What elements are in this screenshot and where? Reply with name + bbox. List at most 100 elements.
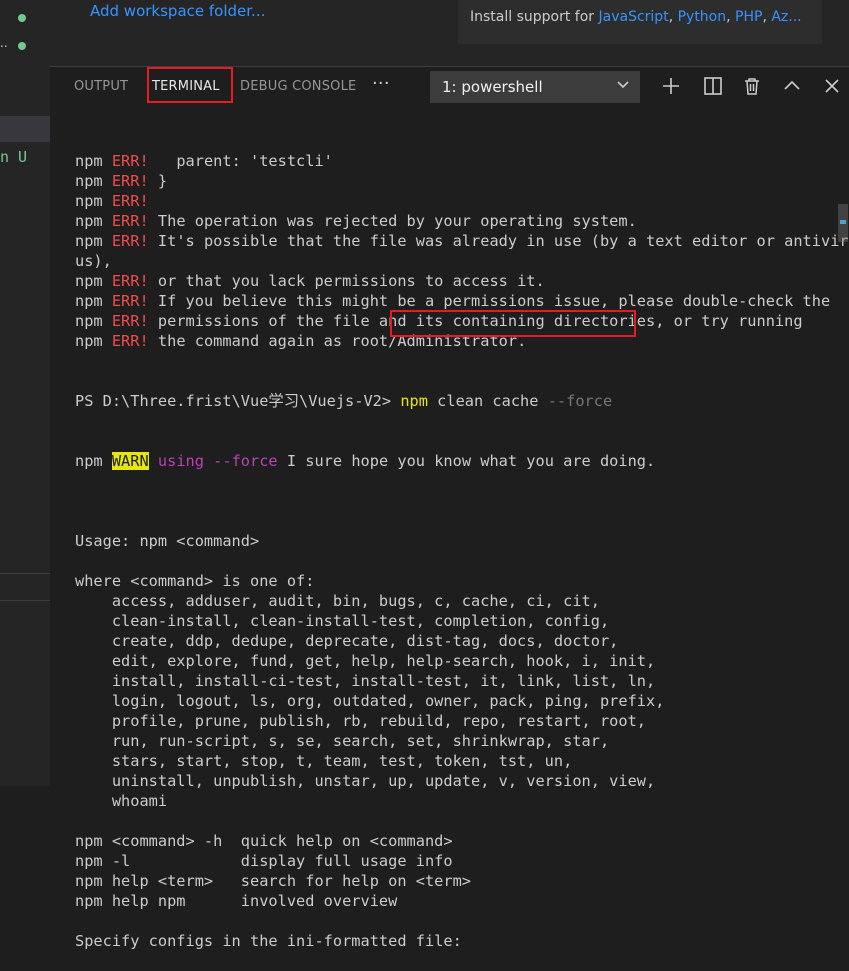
- terminal-line: whoami: [75, 792, 168, 810]
- terminal-line: edit, explore, fund, get, help, help-sea…: [75, 652, 656, 670]
- line-text: }: [148, 172, 168, 190]
- terminal-line: npm ERR! If you believe this might be a …: [75, 291, 849, 311]
- command-highlight-box: [390, 310, 636, 337]
- link-azure[interactable]: Az...: [771, 9, 801, 25]
- install-support-text: Install support for JavaScript, Python, …: [470, 9, 802, 25]
- npm-prefix: npm: [75, 172, 112, 190]
- command-args: clean cache: [427, 392, 548, 410]
- terminal-tab-highlight-box: [147, 67, 233, 103]
- editor-welcome-area: Add workspace folder... Install support …: [50, 0, 849, 66]
- terminal-line: clean-install, clean-install-test, compl…: [75, 612, 610, 630]
- terminal-line: npm help npm involved overview: [75, 892, 398, 910]
- terminal-line: npm help <term> search for help on <term…: [75, 872, 472, 890]
- line-text: If you believe this might be a permissio…: [148, 292, 831, 310]
- err-label: ERR!: [111, 292, 149, 310]
- terminal-line: stars, start, stop, t, team, test, token…: [75, 752, 573, 770]
- install-support-card[interactable]: Install support for JavaScript, Python, …: [458, 0, 822, 44]
- npm-prefix: npm: [75, 232, 112, 250]
- terminal-output[interactable]: npm ERR! parent: 'testcli' npm ERR! } npm …: [75, 111, 849, 971]
- prompt-line: PS D:\Three.frist\Vue学习\Vuejs-V2> npm cl…: [75, 391, 849, 411]
- trash-icon[interactable]: [739, 73, 765, 99]
- terminal-line: login, logout, ls, org, outdated, owner,…: [75, 692, 665, 710]
- install-support-prefix: Install support for: [470, 9, 599, 25]
- terminal-line: install, install-ci-test, install-test, …: [75, 672, 656, 690]
- err-label: ERR!: [111, 152, 149, 170]
- chevron-down-icon: [616, 75, 630, 99]
- line-text: It's possible that the file was already …: [148, 232, 849, 250]
- panel-header: OUTPUT TERMINAL DEBUG CONSOLE ··· 1: pow…: [50, 66, 849, 109]
- terminal-line: access, adduser, audit, bin, bugs, c, ca…: [75, 592, 600, 610]
- err-label: ERR!: [111, 312, 149, 330]
- command-flag: --force: [547, 392, 613, 410]
- npm-prefix: npm: [75, 152, 112, 170]
- warn-badge: WARN: [111, 452, 149, 470]
- terminal-line: profile, prune, publish, rb, rebuild, re…: [75, 712, 646, 730]
- terminal-select-dropdown[interactable]: 1: powershell: [430, 71, 640, 103]
- npm-prefix: npm: [75, 212, 112, 230]
- line-text: us),: [75, 252, 112, 270]
- err-label: ERR!: [111, 332, 149, 350]
- explorer-sidebar-fragment: .. n U: [0, 0, 50, 786]
- warn-npm: npm: [75, 452, 112, 470]
- npm-prefix: npm: [75, 312, 112, 330]
- split-icon[interactable]: [700, 73, 726, 99]
- err-label: ERR!: [111, 212, 149, 230]
- tab-output[interactable]: OUTPUT: [74, 79, 128, 94]
- sidebar-section-header[interactable]: [0, 573, 50, 601]
- terminal-line: npm <command> -h quick help on <command>: [75, 832, 453, 850]
- more-actions-icon[interactable]: ···: [372, 73, 390, 94]
- terminal-line: npm ERR! It's possible that the file was…: [75, 231, 849, 251]
- terminal-line: npm ERR!: [75, 191, 849, 211]
- command-npm: npm: [400, 392, 428, 410]
- chevron-up-icon[interactable]: [779, 73, 805, 99]
- terminal-select-value: 1: powershell: [442, 78, 543, 96]
- terminal-line: Usage: npm <command>: [75, 532, 260, 550]
- link-php[interactable]: PHP: [735, 9, 762, 25]
- npm-usage-lines: Usage: npm <command> where <command> is o…: [75, 511, 849, 951]
- separator: ,: [726, 9, 736, 25]
- warn-line: npm WARN using --force I sure hope you k…: [75, 451, 849, 471]
- link-javascript[interactable]: JavaScript: [599, 9, 669, 25]
- line-text: The operation was rejected by your opera…: [148, 212, 637, 230]
- terminal-line: Specify configs in the ini-formatted fil…: [75, 932, 462, 950]
- terminal-line: us),: [75, 251, 849, 271]
- terminal-line: npm ERR! parent: 'testcli': [75, 151, 849, 171]
- line-text: or that you lack permissions to access i…: [148, 272, 545, 290]
- warn-message: I sure hope you know what you are doing.: [277, 452, 656, 470]
- npm-prefix: npm: [75, 192, 112, 210]
- terminal-line: npm -l display full usage info: [75, 852, 453, 870]
- line-text: parent: 'testcli': [148, 152, 333, 170]
- sidebar-file-status: n U: [0, 148, 28, 166]
- npm-prefix: npm: [75, 332, 112, 350]
- terminal-line: npm ERR! or that you lack permissions to…: [75, 271, 849, 291]
- scrollbar-marker: [840, 220, 846, 224]
- modified-dot-icon: [18, 42, 26, 50]
- link-python[interactable]: Python: [678, 9, 727, 25]
- separator: ,: [668, 9, 678, 25]
- err-label: ERR!: [111, 232, 149, 250]
- terminal-line: uninstall, unpublish, unstar, up, update…: [75, 772, 656, 790]
- modified-dot-icon: [18, 14, 26, 22]
- add-icon[interactable]: [658, 73, 684, 99]
- prompt-path: PS D:\Three.frist\Vue学习\Vuejs-V2>: [75, 392, 401, 410]
- terminal-line: create, ddp, dedupe, deprecate, dist-tag…: [75, 632, 619, 650]
- err-label: ERR!: [111, 272, 149, 290]
- npm-prefix: npm: [75, 292, 112, 310]
- selected-file-row[interactable]: [0, 116, 50, 142]
- terminal-line: run, run-script, s, se, search, set, shr…: [75, 732, 610, 750]
- terminal-line: where <command> is one of:: [75, 572, 315, 590]
- err-label: ERR!: [111, 172, 149, 190]
- sidebar-fragment-label: ..: [0, 36, 8, 50]
- warn-flag: --force: [203, 452, 278, 470]
- terminal-line: npm ERR! }: [75, 171, 849, 191]
- npm-prefix: npm: [75, 272, 112, 290]
- close-icon[interactable]: [819, 73, 845, 99]
- err-label: ERR!: [111, 192, 149, 210]
- tab-debug-console[interactable]: DEBUG CONSOLE: [240, 79, 356, 94]
- warn-using: using: [148, 452, 204, 470]
- add-workspace-folder-link[interactable]: Add workspace folder...: [90, 2, 265, 20]
